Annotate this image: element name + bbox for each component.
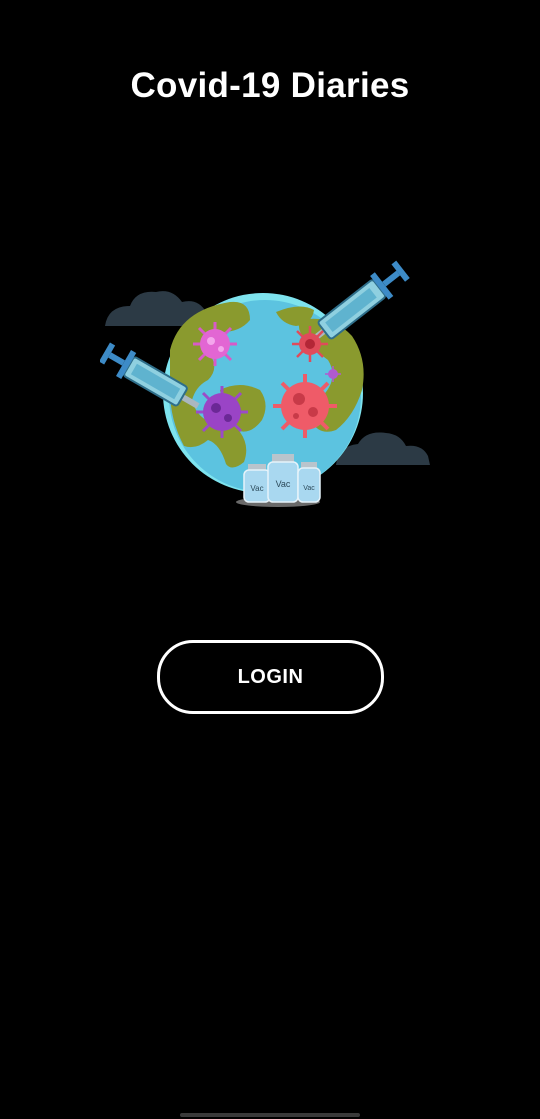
login-button-label: LOGIN [237, 665, 304, 688]
svg-text:Vac: Vac [250, 484, 263, 493]
virus-icon-purple [196, 386, 248, 438]
vial-icon-left: Vac [243, 464, 271, 503]
globe-vaccine-illustration: Vac Vac Vac [100, 260, 430, 507]
app-title: Covid-19 Diaries [130, 66, 410, 105]
home-indicator[interactable] [180, 1113, 360, 1117]
virus-icon-pink [193, 322, 237, 366]
vial-icon-right: Vac [297, 462, 321, 503]
virus-icon-small-red [292, 326, 328, 362]
svg-text:Vac: Vac [276, 479, 291, 489]
svg-text:Vac: Vac [303, 485, 315, 492]
virus-icon-red [273, 374, 337, 438]
vial-icon-center: Vac [267, 454, 299, 503]
login-screen: Covid-19 Diaries Vac Vac Vac LOGIN [0, 0, 540, 1119]
login-button[interactable]: LOGIN [157, 640, 384, 714]
